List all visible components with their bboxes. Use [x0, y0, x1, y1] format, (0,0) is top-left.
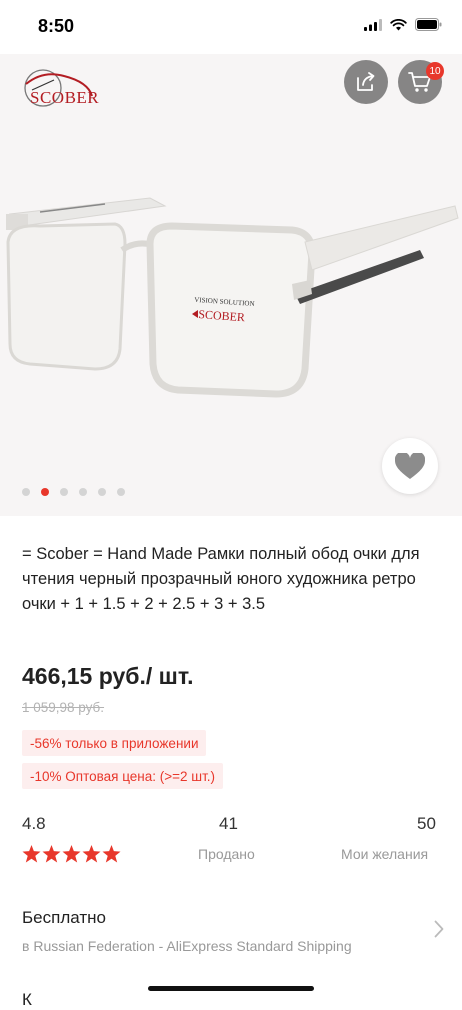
sold-label: Продано — [198, 846, 255, 862]
pagination-dot[interactable] — [22, 488, 30, 496]
star-icon — [82, 845, 101, 863]
star-icon — [42, 845, 61, 863]
cellular-signal-icon — [364, 18, 382, 31]
status-bar: 8:50 — [0, 0, 462, 54]
star-icon — [102, 845, 121, 863]
product-stats: 4.8 41 Продано 50 Мои желания — [0, 814, 462, 874]
product-title: = Scober = Hand Made Рамки полный обод о… — [22, 545, 420, 613]
status-time: 8:50 — [38, 16, 75, 36]
wishlist-label[interactable]: Мои желания — [341, 846, 428, 862]
product-label-sticker: VISION SOLUTION SCOBER — [192, 296, 255, 324]
heart-icon — [395, 452, 425, 479]
next-row-label[interactable]: К — [22, 990, 32, 1010]
svg-text:VISION SOLUTION: VISION SOLUTION — [194, 296, 255, 308]
pagination-dot[interactable] — [60, 488, 68, 496]
rating-value: 4.8 — [22, 814, 46, 833]
status-icons — [364, 18, 442, 31]
pagination-dot[interactable] — [117, 488, 125, 496]
product-image-gallery[interactable]: SCOBER 10 VISION SOLUTION SCOBER — [0, 54, 462, 516]
share-button[interactable] — [344, 60, 388, 104]
share-icon — [357, 72, 375, 91]
chevron-right-icon — [434, 920, 444, 938]
pagination-dot[interactable] — [79, 488, 87, 496]
wifi-icon — [390, 18, 407, 30]
rating-stars[interactable] — [22, 845, 121, 863]
product-old-price: 1 059,98 руб. — [22, 700, 105, 715]
star-icon — [62, 845, 81, 863]
home-indicator — [148, 986, 314, 991]
shipping-subtitle: в Russian Federation - AliExpress Standa… — [22, 938, 352, 954]
shipping-title: Бесплатно — [22, 908, 106, 927]
wishlist-count: 50 — [417, 814, 436, 833]
brand-text: SCOBER — [30, 88, 100, 107]
cart-button[interactable]: 10 — [398, 60, 444, 104]
gallery-pagination — [22, 488, 125, 496]
star-icon — [22, 845, 41, 863]
pagination-dot[interactable] — [98, 488, 106, 496]
shipping-row[interactable]: Бесплатно в Russian Federation - AliExpr… — [0, 898, 462, 968]
promo-wholesale-discount: -10% Оптовая цена: (>=2 шт.) — [22, 763, 224, 789]
cart-badge: 10 — [426, 62, 444, 80]
promo-app-discount: -56% только в приложении — [22, 730, 207, 756]
wishlist-button[interactable] — [382, 438, 438, 494]
product-price: 466,15 руб./ шт. — [22, 663, 194, 689]
battery-icon — [415, 18, 442, 31]
svg-text:SCOBER: SCOBER — [198, 307, 246, 324]
pagination-dot-active[interactable] — [41, 488, 49, 496]
sold-count: 41 — [219, 814, 238, 833]
